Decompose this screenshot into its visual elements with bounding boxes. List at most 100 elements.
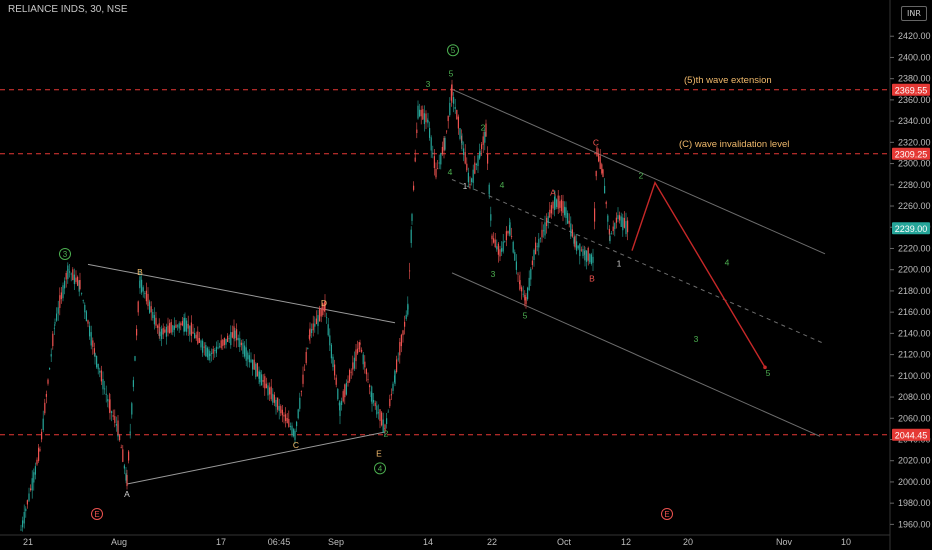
candle-body [447, 115, 449, 122]
candle-body [165, 326, 167, 337]
candle-body [552, 201, 554, 209]
candle-body [350, 371, 352, 373]
candle-body [114, 416, 116, 423]
candle-body [505, 231, 507, 241]
candle-body [304, 369, 306, 371]
candle-body [141, 279, 143, 293]
candle-body [374, 402, 376, 407]
candle-body [556, 199, 558, 208]
candle-body [580, 249, 582, 251]
candle-body [219, 346, 221, 348]
candle-body [153, 315, 155, 325]
candle-body [244, 345, 246, 357]
candle-body [315, 318, 317, 325]
candle-body [214, 350, 216, 352]
price-chart[interactable]: (5)th wave extension (C) wave invalidatio… [0, 0, 932, 550]
candle-body [117, 420, 119, 434]
candle-body [272, 393, 274, 403]
candle-body [536, 245, 538, 247]
candle-body [270, 386, 272, 400]
candle-body [269, 387, 271, 395]
candle-body [267, 385, 269, 396]
candle-body [223, 338, 225, 345]
candle-body [102, 379, 104, 390]
candle-body [237, 337, 239, 341]
candle-body [592, 256, 594, 263]
candle-body [104, 388, 106, 390]
candle-body [352, 362, 354, 370]
candle-body [227, 335, 229, 342]
candle-body [112, 415, 114, 417]
wave-label: 4 [500, 180, 505, 190]
price-tick-label: 2120.00 [898, 350, 931, 360]
candle-body [399, 342, 401, 356]
candle-body [544, 222, 546, 236]
time-tick-label: Oct [557, 537, 572, 547]
candle-body [595, 170, 597, 177]
candle-body [92, 340, 94, 347]
candle-body [373, 399, 375, 403]
candle-body [405, 314, 407, 319]
candle-body [119, 435, 121, 441]
wave-label: C [293, 440, 299, 450]
wave-label: 2 [384, 428, 389, 438]
candle-body [387, 411, 389, 413]
candle-body [247, 352, 249, 360]
candle-body [497, 243, 499, 255]
candle-body [288, 418, 290, 427]
candle-body [107, 399, 109, 402]
candle-body [527, 287, 529, 300]
candle-body [311, 329, 313, 334]
price-tick-label: 2320.00 [898, 137, 931, 147]
candle-body [142, 287, 144, 292]
candle-body [425, 113, 427, 123]
candle-body [253, 359, 255, 370]
candle-body [377, 412, 379, 414]
candle-body [49, 368, 51, 370]
candle-body [252, 359, 254, 370]
candle-body [539, 238, 541, 239]
candle-body [326, 317, 328, 319]
candle-body [291, 425, 293, 436]
candle-body [499, 249, 501, 257]
time-tick-label: 21 [23, 537, 33, 547]
candle-body [461, 140, 463, 145]
candle-body [275, 399, 277, 407]
candle-body [205, 345, 207, 357]
candle-body [574, 236, 576, 248]
candle-body [490, 214, 492, 221]
candle-body [359, 342, 361, 345]
candle-body [248, 355, 250, 363]
candle-body [586, 250, 588, 262]
candle-body [177, 325, 179, 327]
candle-body [427, 120, 429, 123]
currency-badge[interactable]: INR [901, 6, 927, 21]
candle-body [467, 172, 469, 183]
candle-body [30, 488, 32, 491]
candle-body [493, 238, 495, 243]
candle-body [594, 208, 596, 222]
price-tick-label: 2360.00 [898, 95, 931, 105]
candle-body [362, 354, 364, 365]
candle-body [429, 128, 431, 138]
candle-body [404, 321, 406, 327]
candle-body [89, 325, 91, 337]
candle-body [59, 295, 61, 308]
candle-body [501, 248, 503, 252]
candle-body [620, 216, 622, 227]
candle-body [309, 328, 311, 337]
candle-body [432, 152, 434, 154]
candle-body [69, 271, 71, 273]
candle-body [31, 478, 33, 491]
candle-body [132, 380, 134, 387]
price-tick-label: 2400.00 [898, 52, 931, 62]
candle-body [496, 246, 498, 250]
candle-body [299, 397, 301, 409]
time-tick-label: 20 [683, 537, 693, 547]
candle-body [90, 332, 92, 346]
candle-body [65, 273, 67, 280]
candle-body [364, 361, 366, 368]
price-tick-label: 2220.00 [898, 243, 931, 253]
candle-body [349, 369, 351, 382]
candle-body [559, 201, 561, 208]
